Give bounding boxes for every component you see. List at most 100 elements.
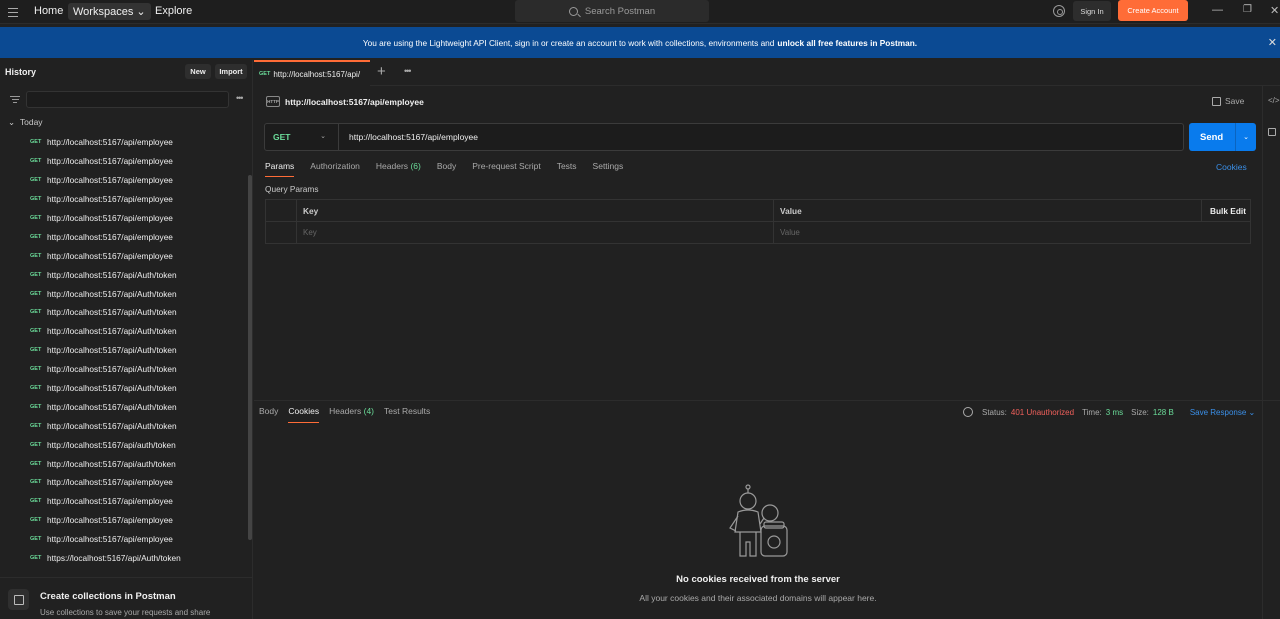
tab-prerequest-script[interactable]: Pre-request Script — [472, 161, 541, 177]
history-item-url: http://localhost:5167/api/Auth/token — [47, 288, 177, 299]
history-item-method: GET — [30, 158, 42, 165]
history-item-url: http://localhost:5167/api/employee — [47, 534, 173, 545]
cookies-link[interactable]: Cookies — [1216, 162, 1247, 172]
history-item[interactable]: GET http://localhost:5167/api/Auth/token — [0, 379, 248, 398]
history-item-url: https://localhost:5167/api/Auth/token — [47, 553, 181, 564]
history-item[interactable]: GET http://localhost:5167/api/Auth/token — [0, 265, 248, 284]
more-options-icon[interactable]: ••• — [236, 93, 244, 103]
nav-workspaces[interactable]: Workspaces ⌄ — [68, 3, 151, 20]
method-select[interactable]: GET ⌄ — [265, 124, 339, 150]
history-item[interactable]: GET http://localhost:5167/api/Auth/token — [0, 416, 248, 435]
status-value[interactable]: 401 Unauthorized — [1011, 408, 1074, 417]
banner-bold-text: unlock all free features in Postman. — [777, 37, 918, 48]
history-item-method: GET — [30, 347, 42, 354]
response-tab-headers-label: Headers — [329, 406, 362, 416]
save-button[interactable]: Save — [1212, 96, 1244, 106]
tab-settings[interactable]: Settings — [593, 161, 624, 177]
minimize-icon[interactable]: — — [1212, 4, 1223, 16]
history-group-today[interactable]: ⌄ Today — [8, 117, 43, 128]
nav-explore[interactable]: Explore — [155, 5, 192, 17]
import-button[interactable]: Import — [215, 64, 247, 79]
history-item-url: http://localhost:5167/api/auth/token — [47, 458, 176, 469]
tab-body[interactable]: Body — [437, 161, 456, 177]
table-divider — [773, 200, 774, 243]
response-tab-headers[interactable]: Headers (4) — [329, 406, 374, 423]
lightweight-client-banner: You are using the Lightweight API Client… — [0, 27, 1280, 58]
time-value[interactable]: 3 ms — [1106, 408, 1123, 417]
history-item[interactable]: GET http://localhost:5167/api/Auth/token — [0, 284, 248, 303]
tab-headers[interactable]: Headers (6) — [376, 161, 421, 177]
close-window-icon[interactable]: ✕ — [1270, 4, 1279, 17]
response-tab-body[interactable]: Body — [259, 406, 278, 423]
nav-home[interactable]: Home — [34, 5, 63, 17]
sidebar-scrollbar[interactable] — [248, 175, 252, 540]
param-value-input[interactable]: Value — [780, 228, 800, 237]
response-tab-test-results[interactable]: Test Results — [384, 406, 430, 423]
size-value[interactable]: 128 B — [1153, 408, 1174, 417]
create-account-button[interactable]: Create Account — [1118, 0, 1188, 21]
history-item-method: GET — [30, 517, 42, 524]
banner-close-icon[interactable]: ✕ — [1268, 36, 1277, 49]
pane-divider[interactable] — [254, 400, 1280, 401]
history-item[interactable]: GET http://localhost:5167/api/employee — [0, 152, 248, 171]
hamburger-menu-icon[interactable] — [8, 5, 18, 17]
param-key-input[interactable]: Key — [303, 228, 317, 237]
bulk-edit-button[interactable]: Bulk Edit — [1210, 206, 1246, 216]
history-item-method: GET — [30, 403, 42, 410]
history-item[interactable]: GET http://localhost:5167/api/employee — [0, 227, 248, 246]
history-item-method: GET — [30, 460, 42, 467]
settings-gear-icon[interactable] — [1053, 5, 1065, 17]
tab-options-icon[interactable]: ••• — [404, 66, 412, 76]
history-item[interactable]: GET http://localhost:5167/api/employee — [0, 171, 248, 190]
history-item[interactable]: GET http://localhost:5167/api/employee — [0, 190, 248, 209]
table-divider — [1201, 200, 1202, 222]
response-tab-cookies[interactable]: Cookies — [288, 406, 320, 423]
history-search-input[interactable] — [26, 91, 229, 108]
history-item[interactable]: GET http://localhost:5167/api/auth/token — [0, 454, 248, 473]
history-item-method: GET — [30, 479, 42, 486]
new-tab-plus-icon[interactable]: + — [377, 63, 386, 80]
history-item[interactable]: GET http://localhost:5167/api/employee — [0, 209, 248, 228]
astronaut-cookie-jar-icon — [729, 484, 788, 557]
tab-tests[interactable]: Tests — [557, 161, 577, 177]
history-item[interactable]: GET http://localhost:5167/api/employee — [0, 246, 248, 265]
search-input[interactable]: Search Postman — [515, 0, 709, 22]
history-item[interactable]: GET http://localhost:5167/api/employee — [0, 492, 248, 511]
filter-icon[interactable] — [10, 94, 20, 105]
tab-label: http://localhost:5167/api/ — [273, 69, 361, 79]
history-item-method: GET — [30, 555, 42, 562]
query-params-table: Key Value Bulk Edit Key Value — [265, 199, 1251, 244]
history-item-url: http://localhost:5167/api/employee — [47, 515, 173, 526]
history-item[interactable]: GET http://localhost:5167/api/Auth/token — [0, 397, 248, 416]
history-item[interactable]: GET http://localhost:5167/api/Auth/token — [0, 360, 248, 379]
right-sidebar: </> — [1262, 86, 1280, 619]
send-dropdown-chevron-icon[interactable]: ⌄ — [1235, 123, 1256, 151]
history-item[interactable]: GET http://localhost:5167/api/auth/token — [0, 435, 248, 454]
save-response-label: Save Response — [1189, 407, 1247, 417]
history-item[interactable]: GET http://localhost:5167/api/employee — [0, 511, 248, 530]
history-group-label: Today — [19, 117, 43, 127]
globe-icon[interactable] — [963, 407, 973, 417]
request-title-text[interactable]: http://localhost:5167/api/employee — [285, 97, 424, 107]
history-item[interactable]: GET http://localhost:5167/api/employee — [0, 530, 248, 549]
maximize-icon[interactable]: ❐ — [1243, 4, 1252, 15]
history-item[interactable]: GET http://localhost:5167/api/employee — [0, 473, 248, 492]
tab-authorization[interactable]: Authorization — [310, 161, 360, 177]
history-item[interactable]: GET http://localhost:5167/api/Auth/token — [0, 303, 248, 322]
history-item[interactable]: GET https://localhost:5167/api/Auth/token — [0, 549, 248, 568]
save-response-button[interactable]: Save Response ⌄ — [1190, 408, 1255, 417]
history-item-url: http://localhost:5167/api/Auth/token — [47, 383, 177, 394]
code-icon[interactable]: </> — [1268, 96, 1280, 105]
tab-params[interactable]: Params — [265, 161, 295, 177]
history-item[interactable]: GET http://localhost:5167/api/Auth/token — [0, 322, 248, 341]
search-icon — [568, 6, 578, 16]
history-item[interactable]: GET http://localhost:5167/api/Auth/token — [0, 341, 248, 360]
history-item[interactable]: GET http://localhost:5167/api/employee — [0, 133, 248, 152]
send-button[interactable]: Send ⌄ — [1189, 123, 1256, 151]
request-tab[interactable]: GET http://localhost:5167/api/ — [254, 60, 370, 86]
info-icon[interactable] — [1268, 128, 1276, 136]
url-input[interactable]: http://localhost:5167/api/employee — [349, 132, 478, 142]
history-item-url: http://localhost:5167/api/auth/token — [47, 439, 176, 450]
sign-in-button[interactable]: Sign In — [1073, 1, 1111, 21]
new-button[interactable]: New — [185, 64, 211, 79]
